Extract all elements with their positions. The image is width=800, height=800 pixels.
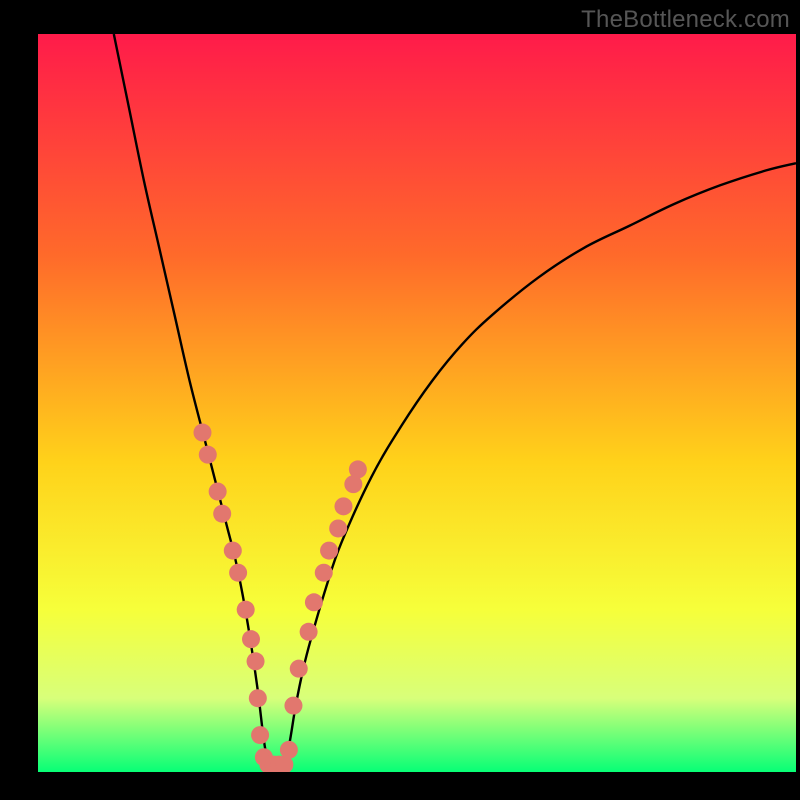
data-dot xyxy=(290,660,308,678)
data-dot xyxy=(224,542,242,560)
data-dot xyxy=(305,593,323,611)
data-dot xyxy=(199,446,217,464)
data-dot xyxy=(315,564,333,582)
frame-left xyxy=(0,0,38,800)
data-dot xyxy=(213,505,231,523)
frame-right xyxy=(796,0,800,800)
frame-bottom xyxy=(0,772,800,800)
data-dot xyxy=(209,483,227,501)
data-dot xyxy=(237,601,255,619)
data-dot xyxy=(329,519,347,537)
watermark-text: TheBottleneck.com xyxy=(581,6,790,34)
data-dot xyxy=(320,542,338,560)
chart-frame: TheBottleneck.com xyxy=(0,0,800,800)
data-dot xyxy=(280,741,298,759)
data-dot xyxy=(334,497,352,515)
data-dot xyxy=(300,623,318,641)
data-dot xyxy=(251,726,269,744)
data-dot xyxy=(229,564,247,582)
data-dot xyxy=(249,689,267,707)
data-dot xyxy=(349,460,367,478)
chart-canvas xyxy=(0,0,800,800)
data-dot xyxy=(284,697,302,715)
data-dot xyxy=(193,424,211,442)
data-dot xyxy=(242,630,260,648)
data-dot xyxy=(247,652,265,670)
